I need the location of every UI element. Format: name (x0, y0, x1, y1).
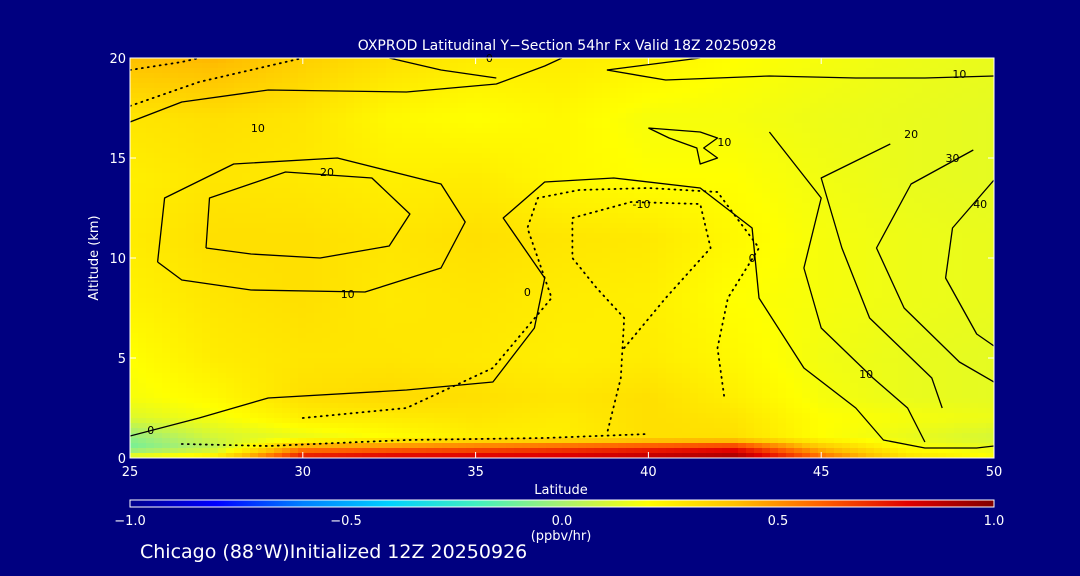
x-tick-label: 25 (122, 465, 139, 480)
colorbar-label: (ppbv/hr) (531, 529, 592, 544)
y-tick-label: 10 (109, 252, 126, 267)
contour-label: -10 (633, 198, 651, 211)
contour-label: 10 (341, 288, 355, 301)
contour-label: 10 (952, 68, 966, 81)
contour-label: 0 (524, 286, 531, 299)
y-axis-label: Altitude (km) (87, 215, 102, 300)
x-axis-label: Latitude (534, 483, 588, 498)
y-tick-label: 15 (109, 152, 126, 167)
contour-label: 0 (749, 252, 756, 265)
colorbar-ticks: −1.0 −0.5 0.0 0.5 1.0 (114, 514, 1004, 529)
footer-caption: Chicago (88°W)Initialized 12Z 20250926 (140, 541, 528, 563)
y-tick-label: 5 (118, 352, 126, 367)
colorbar-tick-label: 0.5 (768, 514, 789, 529)
x-tick-label: 40 (640, 465, 657, 480)
colorbar-tick-label: −1.0 (114, 514, 146, 529)
colorbar: −1.0 −0.5 0.0 0.5 1.0 (ppbv/hr) (114, 499, 1004, 544)
contour-label: 40 (973, 198, 987, 211)
contour-label: 10 (717, 136, 731, 149)
x-tick-label: 30 (295, 465, 312, 480)
contour-label: 30 (946, 152, 960, 165)
colorbar-gradient (129, 499, 995, 508)
contour-label: 0 (147, 424, 154, 437)
colorbar-tick-label: 1.0 (984, 514, 1005, 529)
x-tick-label: 35 (467, 465, 484, 480)
heatmap-field (130, 58, 994, 458)
contour-label: 10 (251, 122, 265, 135)
contour-label: 10 (859, 368, 873, 381)
x-tick-label: 50 (986, 465, 1003, 480)
contour-label: 20 (320, 166, 334, 179)
contour-label: 20 (904, 128, 918, 141)
chart-title: OXPROD Latitudinal Y−Section 54hr Fx Val… (358, 38, 777, 54)
colorbar-tick-label: 0.0 (552, 514, 573, 529)
colorbar-tick-label: −0.5 (330, 514, 362, 529)
y-tick-label: 0 (118, 452, 126, 467)
x-tick-label: 45 (813, 465, 830, 480)
chart-canvas: OXPROD Latitudinal Y−Section 54hr Fx Val… (87, 38, 1004, 544)
y-tick-label: 20 (109, 52, 126, 67)
